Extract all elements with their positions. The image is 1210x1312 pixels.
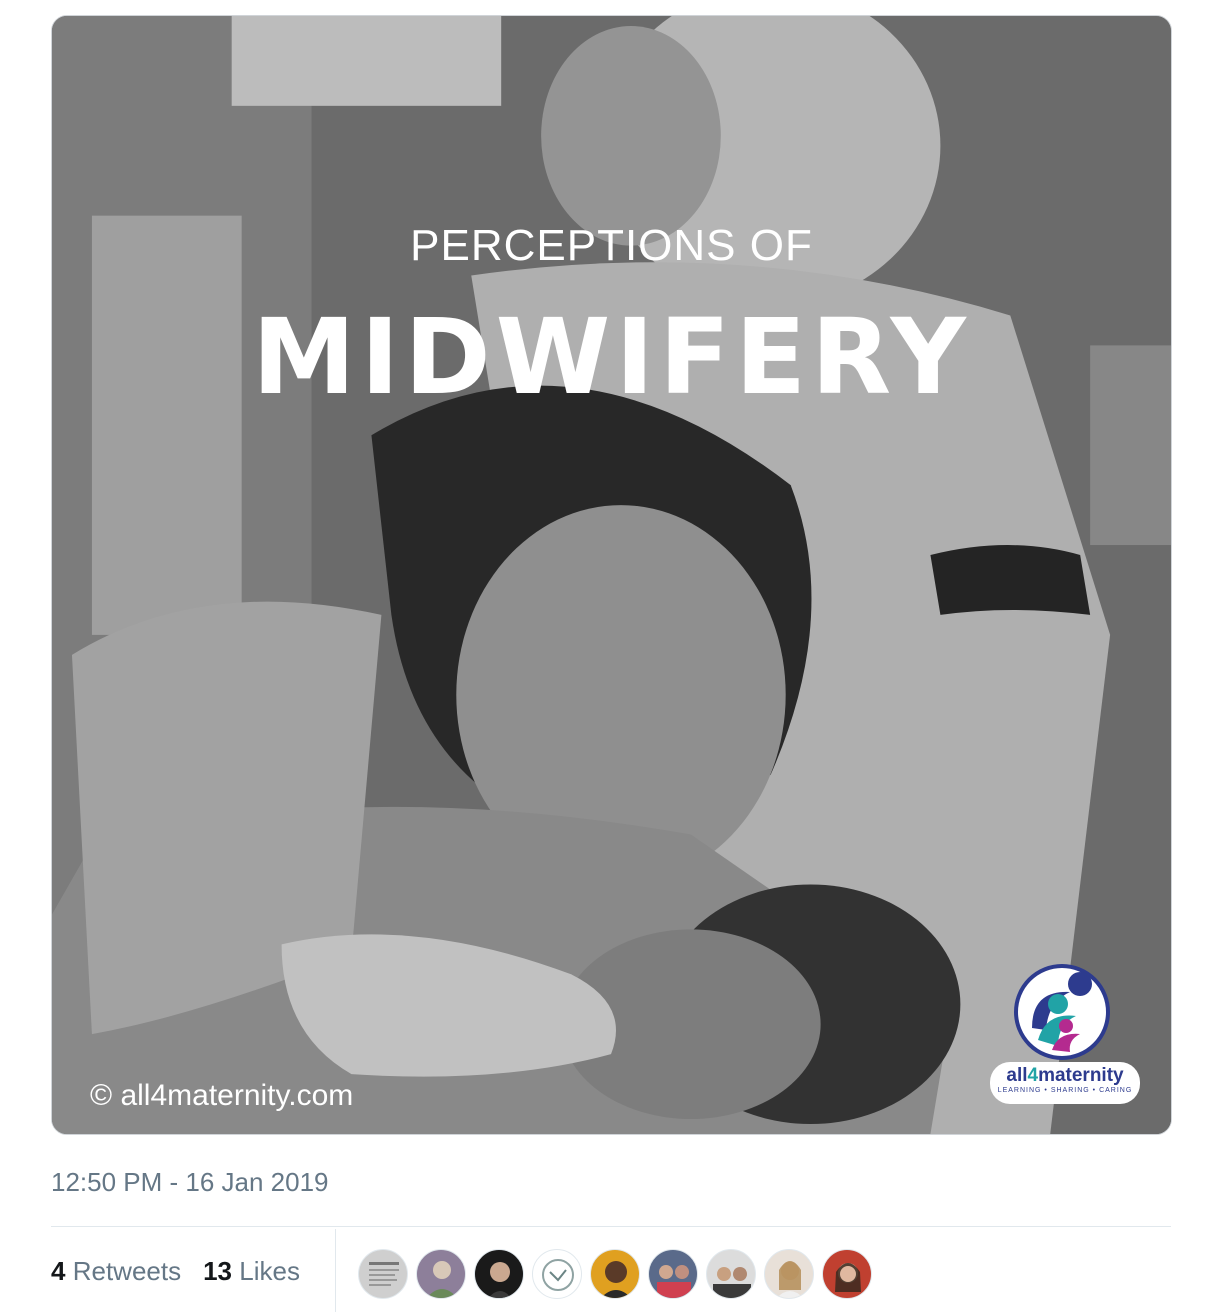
stats-vertical-divider (335, 1229, 336, 1312)
liker-avatar[interactable] (648, 1249, 698, 1299)
tweet-image[interactable]: PERCEPTIONS OF MIDWIFERY © all4maternity… (51, 15, 1172, 1135)
likes-label: Likes (239, 1256, 300, 1286)
liker-avatar[interactable] (590, 1249, 640, 1299)
liker-avatar[interactable] (706, 1249, 756, 1299)
liker-avatar[interactable] (822, 1249, 872, 1299)
liker-avatar[interactable] (764, 1249, 814, 1299)
tweet-stats: 4 Retweets 13 Likes (51, 1256, 300, 1287)
retweets-count-link[interactable]: 4 Retweets (51, 1256, 181, 1287)
logo-tagline: LEARNING • SHARING • CARING (997, 1087, 1133, 1094)
stats-divider (51, 1226, 1171, 1227)
image-headline-small: PERCEPTIONS OF (410, 221, 813, 270)
liker-avatar[interactable] (416, 1249, 466, 1299)
logo-mark-icon (1014, 964, 1110, 1060)
logo-name: all4maternity (1006, 1065, 1124, 1086)
liker-avatar[interactable] (474, 1249, 524, 1299)
liker-avatars (358, 1249, 872, 1299)
retweets-count: 4 (51, 1256, 66, 1286)
tweet-timestamp[interactable]: 12:50 PM - 16 Jan 2019 (51, 1167, 329, 1198)
image-copyright: © all4maternity.com (90, 1079, 354, 1112)
all4maternity-logo: all4maternity LEARNING • SHARING • CARIN… (980, 958, 1150, 1108)
likes-count-link[interactable]: 13 Likes (203, 1256, 300, 1287)
likes-count: 13 (203, 1256, 233, 1286)
image-headline-title: MIDWIFERY (252, 296, 971, 418)
liker-avatar[interactable] (532, 1249, 582, 1299)
liker-avatar[interactable] (358, 1249, 408, 1299)
retweets-label: Retweets (72, 1256, 182, 1286)
logo-wordmark: all4maternity LEARNING • SHARING • CARIN… (990, 1062, 1140, 1104)
